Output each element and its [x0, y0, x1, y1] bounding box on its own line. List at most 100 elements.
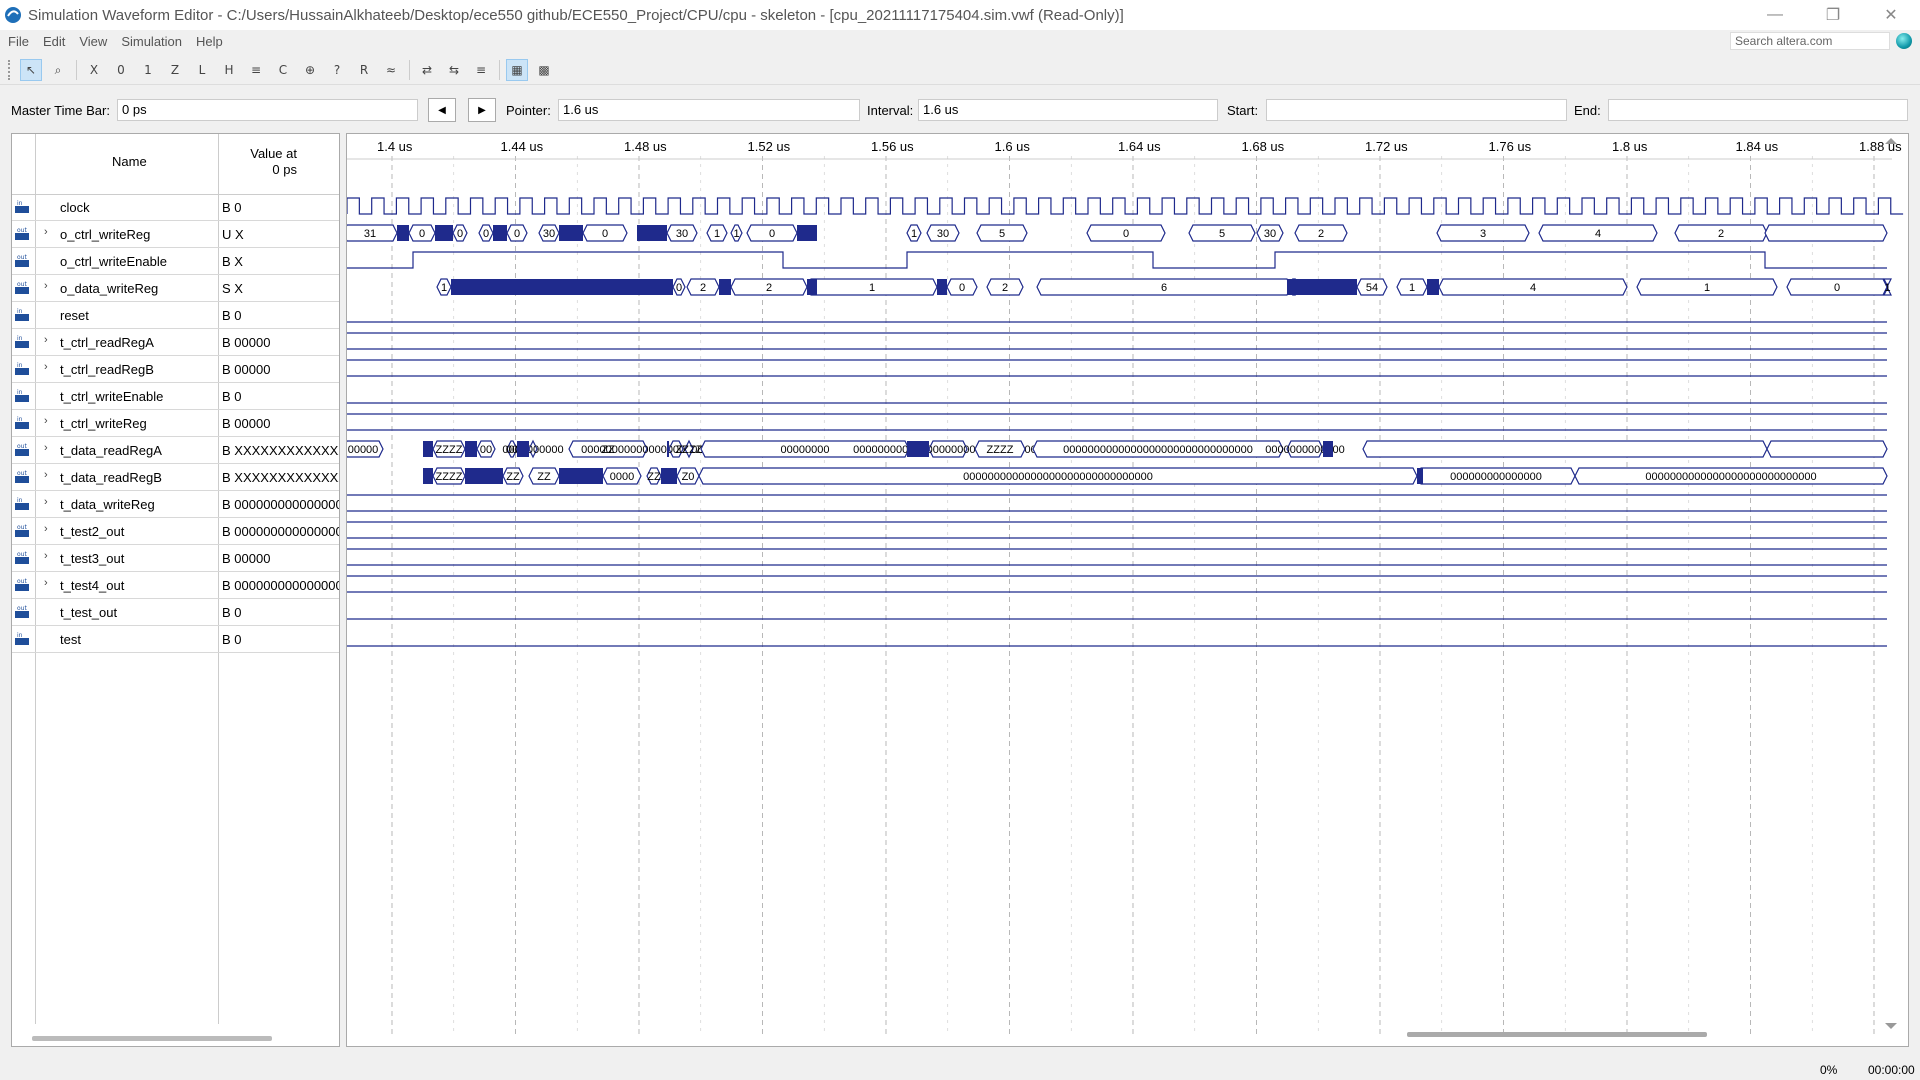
bus-value-label: 00000 [348, 444, 379, 456]
horizontal-scrollbar[interactable] [32, 1036, 272, 1041]
weak-high-button[interactable]: H [218, 59, 240, 81]
grid-snap-button[interactable]: ▦ [506, 59, 528, 81]
search-input[interactable]: Search altera.com [1730, 32, 1890, 50]
start-field[interactable] [1266, 99, 1567, 121]
menu-help[interactable]: Help [196, 34, 223, 49]
input-pin-icon: in [15, 632, 29, 645]
invert-button[interactable]: C [272, 59, 294, 81]
expand-chevron-icon[interactable]: › [44, 280, 48, 292]
snap-to-transition-button[interactable]: ⇆ [443, 59, 465, 81]
dont-care-button[interactable]: ≡ [245, 59, 267, 81]
signal-row[interactable]: in › t_ctrl_readRegA B 00000 [12, 329, 339, 356]
expand-chevron-icon[interactable]: › [44, 361, 48, 373]
minimize-button[interactable]: — [1746, 0, 1804, 30]
bus-value-label: 5 [999, 228, 1005, 240]
signal-row[interactable]: in › t_ctrl_readRegB B 00000 [12, 356, 339, 383]
menu-view[interactable]: View [79, 34, 107, 49]
close-button[interactable]: ✕ [1862, 0, 1920, 30]
signal-value: B 0 [222, 200, 242, 215]
signal-row[interactable]: out › o_data_writeReg S X [12, 275, 339, 302]
high-impedance-icon: Z [170, 63, 180, 77]
count-value-button[interactable]: ⊕ [299, 59, 321, 81]
bus-value-label: ZZZZ [987, 444, 1014, 456]
expand-chevron-icon[interactable]: › [44, 523, 48, 535]
menu-simulation[interactable]: Simulation [121, 34, 182, 49]
next-transition-button[interactable]: ▶ [468, 98, 496, 122]
bus-value-label: 0 [602, 228, 608, 240]
signal-row[interactable]: in › t_ctrl_writeReg B 00000 [12, 410, 339, 437]
menu-edit[interactable]: Edit [43, 34, 65, 49]
time-tick-label: 1.76 us [1489, 139, 1532, 154]
signal-name: t_ctrl_writeReg [60, 416, 147, 431]
clock-value-button[interactable]: ? [326, 59, 348, 81]
expand-chevron-icon[interactable]: › [44, 442, 48, 454]
output-pin-icon: out [15, 551, 29, 564]
forcing-low-button[interactable]: 0 [110, 59, 132, 81]
signal-row[interactable]: out › t_test4_out B 000000000000000 [12, 572, 339, 599]
signal-row[interactable]: out › t_test3_out B 00000 [12, 545, 339, 572]
expand-chevron-icon[interactable]: › [44, 334, 48, 346]
signal-row[interactable]: in test B 0 [12, 626, 339, 653]
waveform-canvas[interactable]: 1.4 us 1.44 us 1.48 us 1.52 us 1.56 us 1.6 us… [347, 134, 1909, 1047]
pointer-field[interactable]: 1.6 us [558, 99, 860, 121]
selection-tool-button[interactable]: ↖ [20, 59, 42, 81]
signal-name: o_data_writeReg [60, 281, 159, 296]
bus-value-label: 0 [959, 282, 965, 294]
high-impedance-button[interactable]: Z [164, 59, 186, 81]
zoom-tool-button[interactable]: ⌕ [47, 59, 69, 81]
signal-value: B 000000000000000 [222, 524, 340, 539]
expand-chevron-icon[interactable]: › [44, 550, 48, 562]
arbitrary-value-button[interactable]: R [353, 59, 375, 81]
bus-value-label: 3 [1480, 228, 1486, 240]
svg-text:in: in [17, 308, 23, 315]
signal-value: B 00000 [222, 362, 271, 377]
signal-name: o_ctrl_writeReg [60, 227, 151, 242]
bus-value-label: 1 [441, 282, 447, 294]
signal-row[interactable]: out o_ctrl_writeEnable B X [12, 248, 339, 275]
signal-row[interactable]: out › t_test2_out B 000000000000000 [12, 518, 340, 545]
signal-row[interactable]: in › t_data_writeReg B 000000000000000 [12, 491, 339, 518]
signal-row[interactable]: out › t_data_readRegA B XXXXXXXXXXXXXXX [12, 437, 339, 464]
weak-low-button[interactable]: L [191, 59, 213, 81]
expand-chevron-icon[interactable]: › [44, 496, 48, 508]
signal-name: t_data_readRegB [60, 470, 162, 485]
signal-value: B 0 [222, 605, 242, 620]
svg-text:out: out [17, 470, 27, 477]
globe-icon[interactable] [1896, 33, 1912, 49]
signal-row[interactable]: out t_test_out B 0 [12, 599, 339, 626]
name-column-header[interactable]: Name [112, 154, 147, 169]
expand-chevron-icon[interactable]: › [44, 226, 48, 238]
signal-row[interactable]: out › t_data_readRegB B XXXXXXXXXXXXXXX [12, 464, 339, 491]
expand-chevron-icon[interactable]: › [44, 415, 48, 427]
signal-row[interactable]: in reset B 0 [12, 302, 339, 329]
bus-value-label: 1 [1409, 282, 1415, 294]
toolbar-grip[interactable] [8, 60, 14, 80]
grid-snap-icon: ▦ [511, 63, 523, 77]
end-field[interactable] [1608, 99, 1908, 121]
signal-row[interactable]: in clock B 0 [12, 194, 339, 221]
snap-to-grid-button[interactable]: ⇄ [416, 59, 438, 81]
interval-field[interactable]: 1.6 us [918, 99, 1218, 121]
expand-chevron-icon[interactable]: › [44, 469, 48, 481]
expand-chevron-icon[interactable]: › [44, 577, 48, 589]
signal-row[interactable]: out › o_ctrl_writeReg U X [12, 221, 339, 248]
value-column-header[interactable]: Value at 0 ps [237, 146, 297, 178]
output-pin-icon: out [15, 227, 29, 240]
bus-value-label: 0000000000 [502, 444, 563, 456]
overwrite-clock-button[interactable]: ▩ [533, 59, 555, 81]
signal-name: t_test3_out [60, 551, 125, 566]
prev-transition-button[interactable]: ◀ [428, 98, 456, 122]
signal-row[interactable]: in t_ctrl_writeEnable B 0 [12, 383, 339, 410]
arbitrary-value-icon: R [359, 63, 369, 77]
restore-button[interactable]: ❐ [1804, 0, 1862, 30]
forcing-unknown-button[interactable]: X [83, 59, 105, 81]
forcing-high-button[interactable]: 1 [137, 59, 159, 81]
menu-file[interactable]: File [8, 34, 29, 49]
bus-value-label: ZZZZ [676, 444, 703, 456]
ungroup-button[interactable]: ≡ [470, 59, 492, 81]
svg-text:out: out [17, 443, 27, 450]
signal-name: reset [60, 308, 89, 323]
dense-transition-block [907, 441, 929, 457]
master-time-bar-field[interactable]: 0 ps [117, 99, 418, 121]
random-value-button[interactable]: ≈ [380, 59, 402, 81]
